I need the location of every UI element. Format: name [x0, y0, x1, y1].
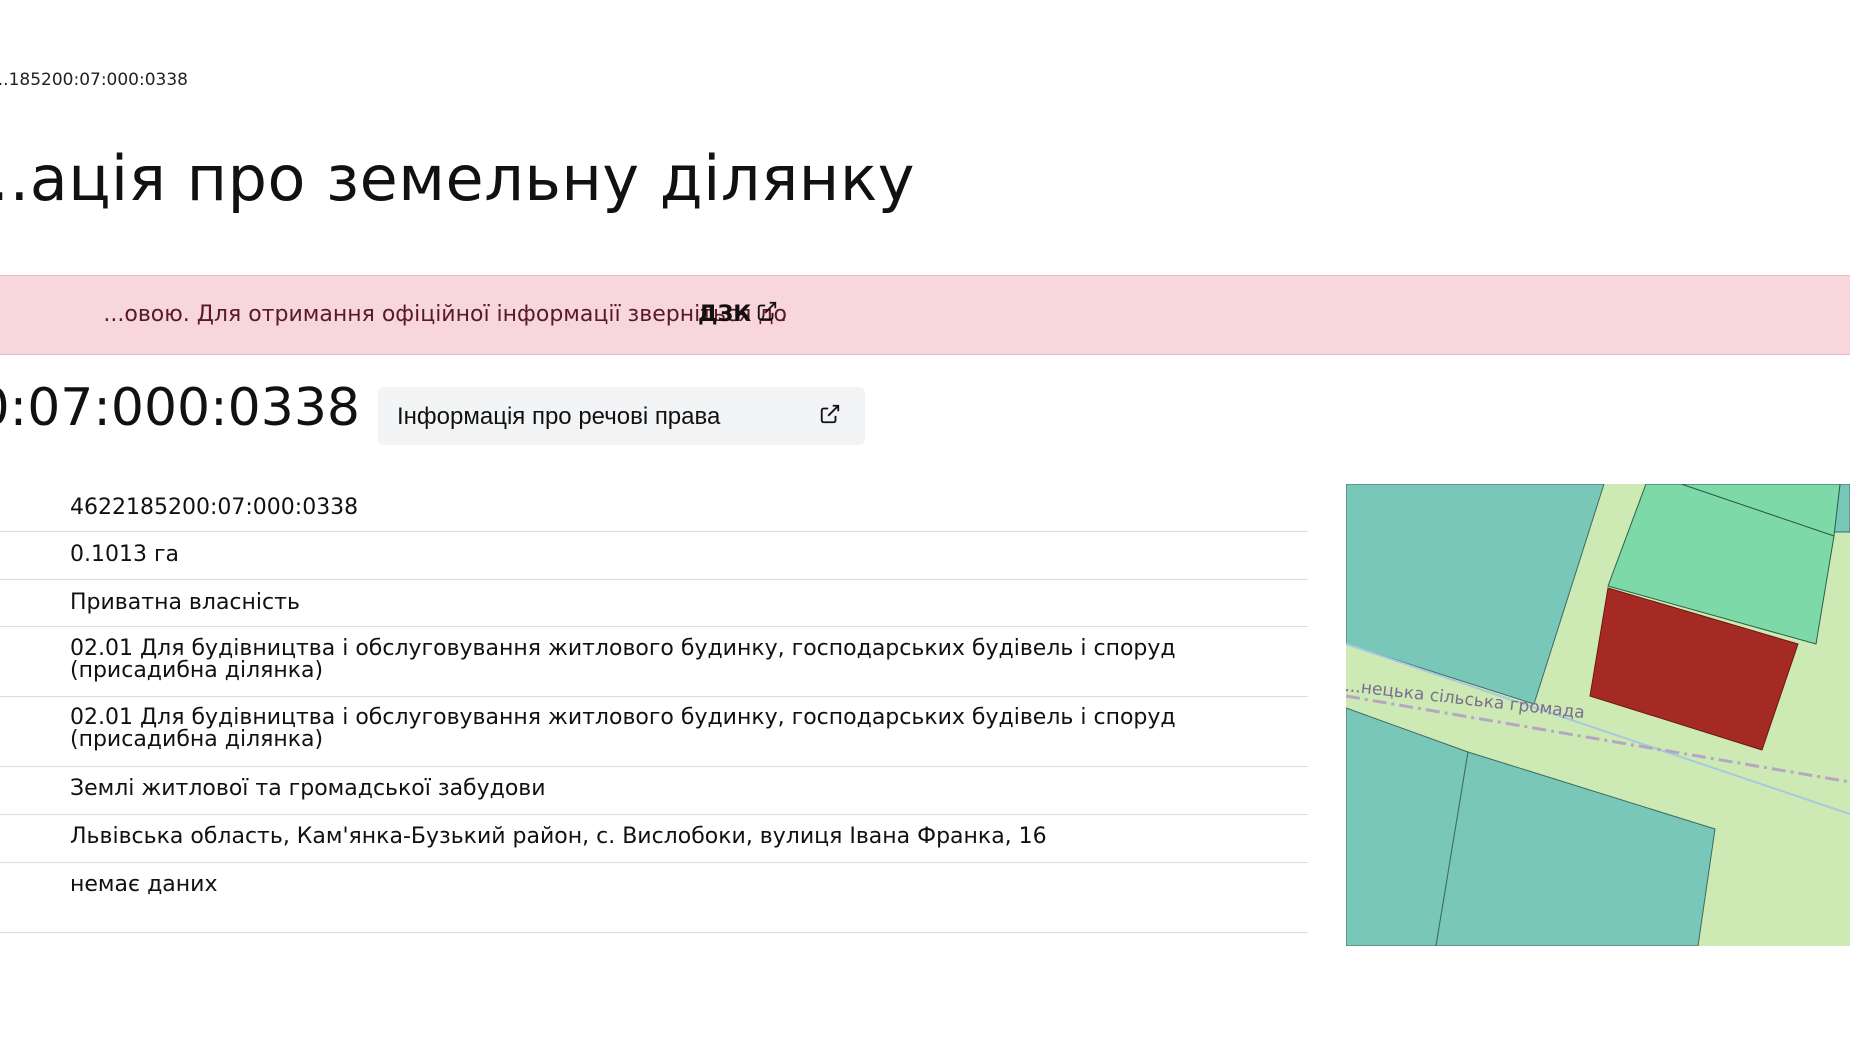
info-value: Приватна власність	[70, 590, 300, 615]
info-value: 4622185200:07:000:0338	[70, 495, 359, 520]
info-row-extra: немає даних	[0, 863, 1308, 933]
alert-text: ...овою. Для отримання офіційної інформа…	[103, 302, 787, 327]
external-link-icon	[820, 404, 840, 424]
page-title: ...ація про земельну ділянку	[0, 142, 915, 215]
info-row-purpose-secondary: 02.01 Для будівництва і обслуговування ж…	[0, 697, 1308, 767]
info-row-ownership: Приватна власність	[0, 580, 1308, 627]
alert-end-punctuation: .	[780, 302, 787, 327]
info-row-cadastral-number: 4622185200:07:000:0338	[0, 484, 1308, 532]
parcel-map[interactable]: ...нецька сільська громада	[1346, 484, 1850, 946]
breadcrumb[interactable]: ...185200:07:000:0338	[0, 70, 188, 90]
cadastral-number-heading: ...0:07:000:0338	[0, 378, 360, 438]
external-link-icon[interactable]	[756, 300, 778, 322]
property-rights-button[interactable]: Інформація про речові права	[378, 387, 865, 445]
info-value: 02.01 Для будівництва і обслуговування ж…	[70, 705, 1176, 752]
parcel-map-canvas	[1346, 484, 1850, 946]
info-value: 02.01 Для будівництва і обслуговування ж…	[70, 636, 1176, 683]
page: ...185200:07:000:0338 ...ація про земель…	[0, 0, 1850, 1040]
info-value: 0.1013 га	[70, 542, 180, 567]
info-value: Львівська область, Кам'янка-Бузький райо…	[70, 824, 1047, 849]
info-value: Землі житлової та громадської забудови	[70, 776, 546, 801]
info-row-land-category: Землі житлової та громадської забудови	[0, 767, 1308, 815]
info-row-purpose: 02.01 Для будівництва і обслуговування ж…	[0, 627, 1308, 697]
dzk-link[interactable]: ДЗК	[698, 302, 751, 327]
property-rights-label: Інформація про речові права	[397, 403, 721, 430]
info-value: немає даних	[70, 872, 218, 897]
info-row-address: Львівська область, Кам'янка-Бузький райо…	[0, 815, 1308, 863]
info-row-area: 0.1013 га	[0, 532, 1308, 580]
disclaimer-alert: ...овою. Для отримання офіційної інформа…	[0, 275, 1850, 355]
